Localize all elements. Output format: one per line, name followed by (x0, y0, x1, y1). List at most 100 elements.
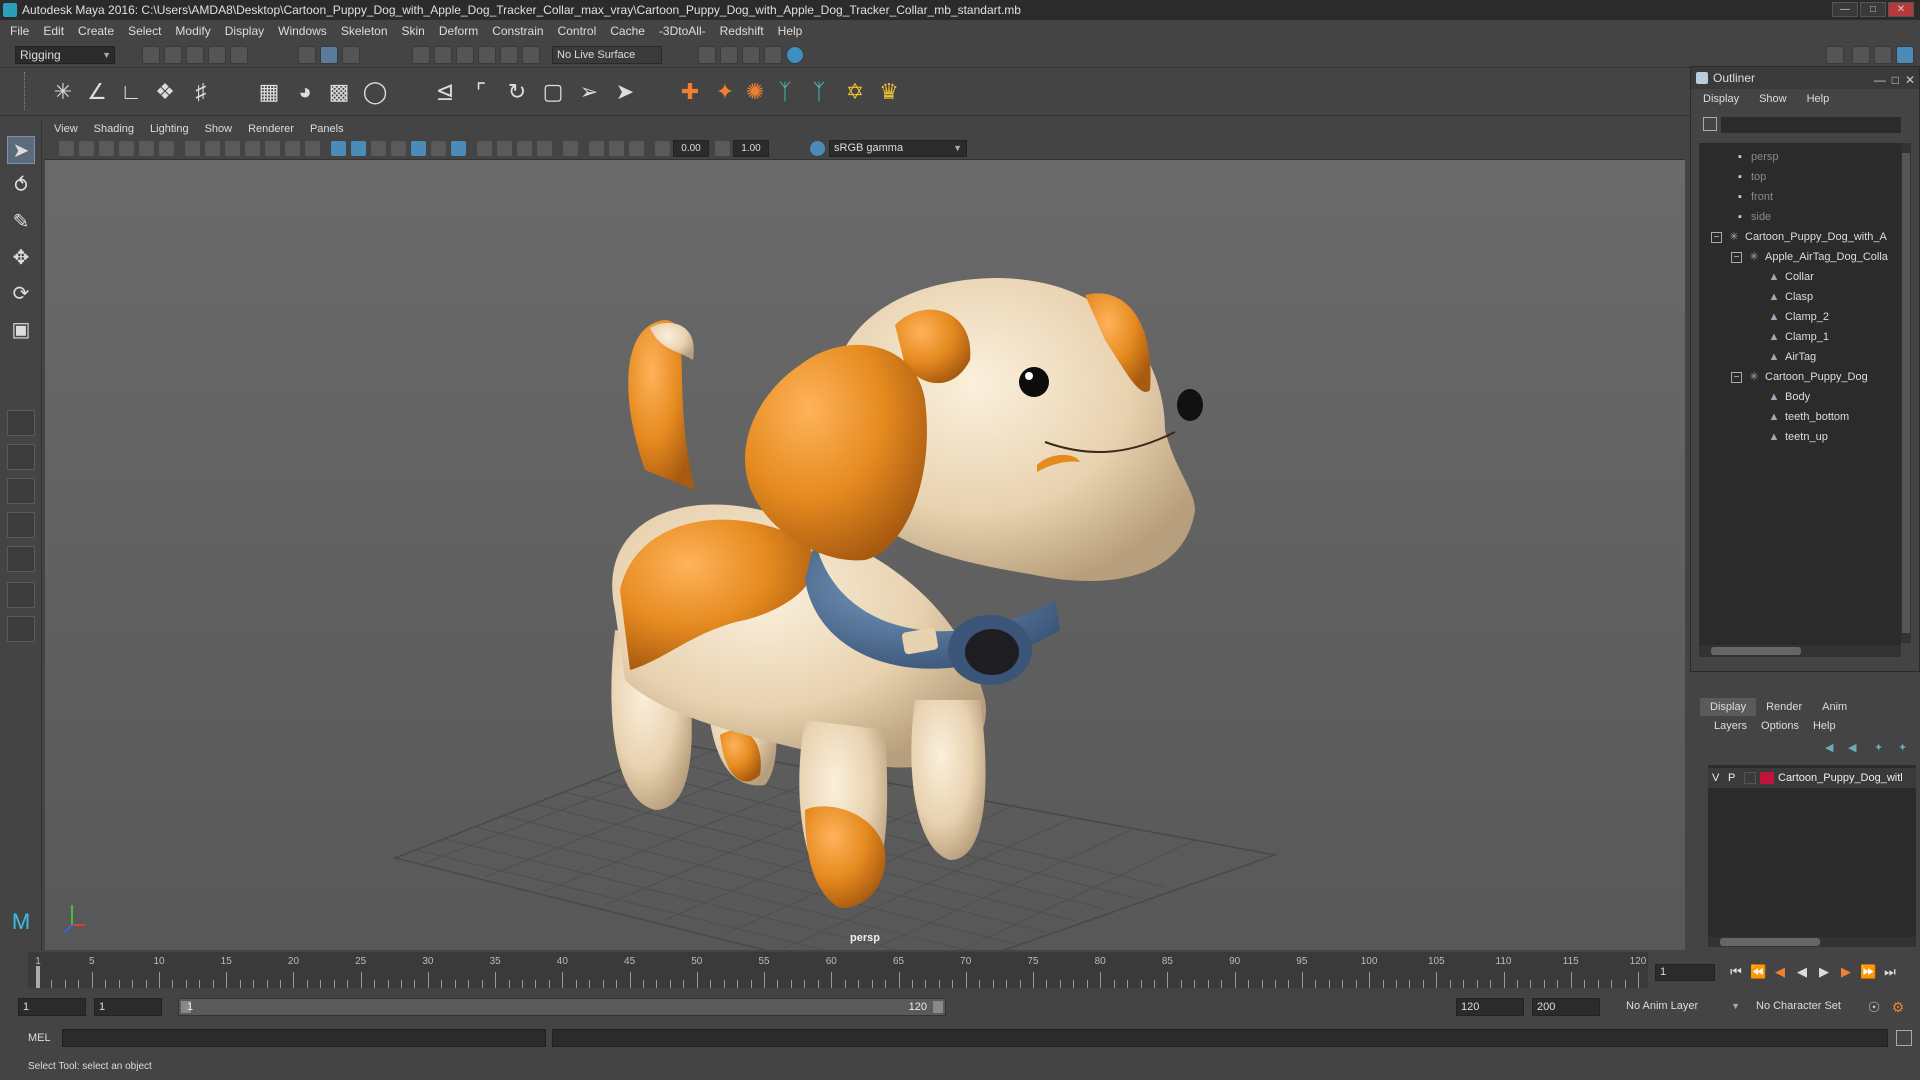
auto-key-icon[interactable]: ☉ (1866, 999, 1882, 1015)
anti-aliasing-icon[interactable] (517, 141, 532, 156)
menu-cache[interactable]: Cache (610, 24, 645, 38)
safe-title-icon[interactable] (305, 141, 320, 156)
bind-skin-icon[interactable]: ▦ (254, 77, 284, 107)
panel-menu-renderer[interactable]: Renderer (248, 123, 294, 135)
paint-weights-icon[interactable]: ◕ (290, 77, 320, 107)
scale-constraint-icon[interactable]: ▢ (538, 77, 568, 107)
range-slider[interactable]: 1 120 (178, 998, 946, 1016)
command-input[interactable] (62, 1029, 546, 1047)
playback-end-field[interactable]: 120 (1456, 998, 1524, 1016)
snap-plane-icon[interactable] (478, 46, 496, 64)
camera-attributes-icon[interactable] (79, 141, 94, 156)
xray-icon[interactable] (589, 141, 604, 156)
tool-settings-icon[interactable] (1874, 46, 1892, 64)
display-layer-row[interactable]: V P Cartoon_Puppy_Dog_witl (1708, 768, 1916, 788)
rotate-tool-icon[interactable]: ⟳ (7, 280, 35, 308)
screen-space-ao-icon[interactable] (477, 141, 492, 156)
grease-pencil-icon[interactable] (159, 141, 174, 156)
outliner-item[interactable]: ▪ top (1733, 167, 1766, 187)
outliner-minimize-button[interactable]: — (1874, 69, 1886, 91)
scrollbar-thumb[interactable] (1902, 153, 1910, 633)
bookmark-icon[interactable] (99, 141, 114, 156)
four-view-layout-icon[interactable] (7, 444, 35, 470)
image-plane-icon[interactable] (119, 141, 134, 156)
step-forward-key-icon[interactable]: ⏩ (1860, 964, 1876, 980)
layer-horizontal-scrollbar[interactable] (1708, 937, 1916, 947)
step-back-key-icon[interactable]: ⏪ (1750, 964, 1766, 980)
save-scene-icon[interactable] (186, 46, 204, 64)
resolution-gate-icon[interactable] (225, 141, 240, 156)
parent-constraint-icon[interactable]: ⊴ (430, 77, 460, 107)
undo-icon[interactable] (208, 46, 226, 64)
safe-action-icon[interactable] (285, 141, 300, 156)
menu-skeleton[interactable]: Skeleton (341, 24, 388, 38)
script-editor-icon[interactable] (1896, 1030, 1912, 1046)
driven-key-icon[interactable]: ✺ (740, 77, 770, 107)
use-default-material-icon[interactable] (371, 141, 386, 156)
menu-set-dropdown[interactable]: Rigging ▼ (15, 46, 115, 64)
persp-hypershade-layout-icon[interactable] (7, 582, 35, 608)
outliner-item[interactable]: ▲ Clamp_1 (1767, 327, 1829, 347)
menu-create[interactable]: Create (78, 24, 114, 38)
tab-render[interactable]: Render (1756, 698, 1812, 716)
menu-deform[interactable]: Deform (439, 24, 478, 38)
outliner-item[interactable]: ▲ teetn_up (1767, 427, 1828, 447)
new-layer-selected-icon[interactable]: ✦ (1898, 741, 1912, 754)
orient-constraint-icon[interactable]: ↻ (502, 77, 532, 107)
outliner-title-bar[interactable]: Outliner — □ ✕ (1691, 67, 1919, 89)
select-object-icon[interactable] (320, 46, 338, 64)
rigging-tool-icon[interactable]: ♛ (874, 77, 904, 107)
character-set-dropdown[interactable]: No Character Set (1752, 998, 1862, 1016)
persp-outliner-layout-icon[interactable] (7, 546, 35, 572)
lasso-tool-icon[interactable]: ⥀ (7, 172, 35, 200)
collapse-icon[interactable]: − (1731, 252, 1742, 263)
two-d-pan-zoom-icon[interactable] (139, 141, 154, 156)
outliner-search-input[interactable] (1721, 117, 1901, 133)
film-gate-icon[interactable] (205, 141, 220, 156)
orient-joint-icon[interactable]: ♯ (186, 77, 216, 107)
playback-start-field[interactable]: 1 (94, 998, 162, 1016)
range-end-handle[interactable] (933, 1001, 943, 1013)
scrollbar-thumb[interactable] (1720, 938, 1820, 946)
outliner-menu-help[interactable]: Help (1807, 89, 1830, 109)
outliner-item[interactable]: ▪ persp (1733, 147, 1778, 167)
view-transform-dropdown[interactable]: sRGB gamma ▼ (829, 140, 967, 157)
xray-active-icon[interactable] (609, 141, 624, 156)
xray-joints-icon[interactable] (629, 141, 644, 156)
shelf-handle[interactable] (24, 72, 32, 110)
script-language-toggle[interactable]: MEL (28, 1030, 51, 1046)
open-scene-icon[interactable] (164, 46, 182, 64)
snap-surface-icon[interactable] (500, 46, 518, 64)
layer-visibility-toggle[interactable]: V (1712, 768, 1719, 788)
persp-graph-layout-icon[interactable] (7, 512, 35, 538)
outliner-menu-display[interactable]: Display (1703, 89, 1739, 109)
play-forwards-icon[interactable]: ▶ (1816, 964, 1832, 980)
collapse-icon[interactable]: − (1711, 232, 1722, 243)
outliner-vertical-scrollbar[interactable] (1901, 143, 1911, 643)
snap-live-icon[interactable] (522, 46, 540, 64)
aim-constraint-icon[interactable]: ➢ (574, 77, 604, 107)
pole-vector-icon[interactable]: ➤ (610, 77, 640, 107)
help-menu[interactable]: Help (1813, 720, 1836, 732)
panel-menu-show[interactable]: Show (205, 123, 233, 135)
gate-mask-icon[interactable] (245, 141, 260, 156)
depth-of-field-icon[interactable] (537, 141, 552, 156)
panel-menu-shading[interactable]: Shading (94, 123, 134, 135)
outliner-item[interactable]: ▪ side (1733, 207, 1771, 227)
smooth-shade-icon[interactable] (351, 141, 366, 156)
exposure-field[interactable]: 0.00 (673, 140, 709, 157)
field-chart-icon[interactable] (265, 141, 280, 156)
outliner-close-button[interactable]: ✕ (1905, 69, 1915, 91)
cartoon-puppy-model[interactable] (611, 278, 1203, 908)
outliner-item[interactable]: ▲ Clasp (1767, 287, 1814, 307)
snap-curve-icon[interactable] (434, 46, 452, 64)
grid-icon[interactable] (185, 141, 200, 156)
render-current-icon[interactable] (720, 46, 738, 64)
menu-redshift[interactable]: Redshift (720, 24, 764, 38)
color-management-icon[interactable] (810, 141, 825, 156)
go-to-start-icon[interactable]: ⏮ (1728, 964, 1744, 980)
locator-icon[interactable]: ✚ (675, 77, 705, 107)
menu-display[interactable]: Display (225, 24, 264, 38)
outliner-maximize-button[interactable]: □ (1892, 69, 1899, 91)
select-component-icon[interactable] (342, 46, 360, 64)
